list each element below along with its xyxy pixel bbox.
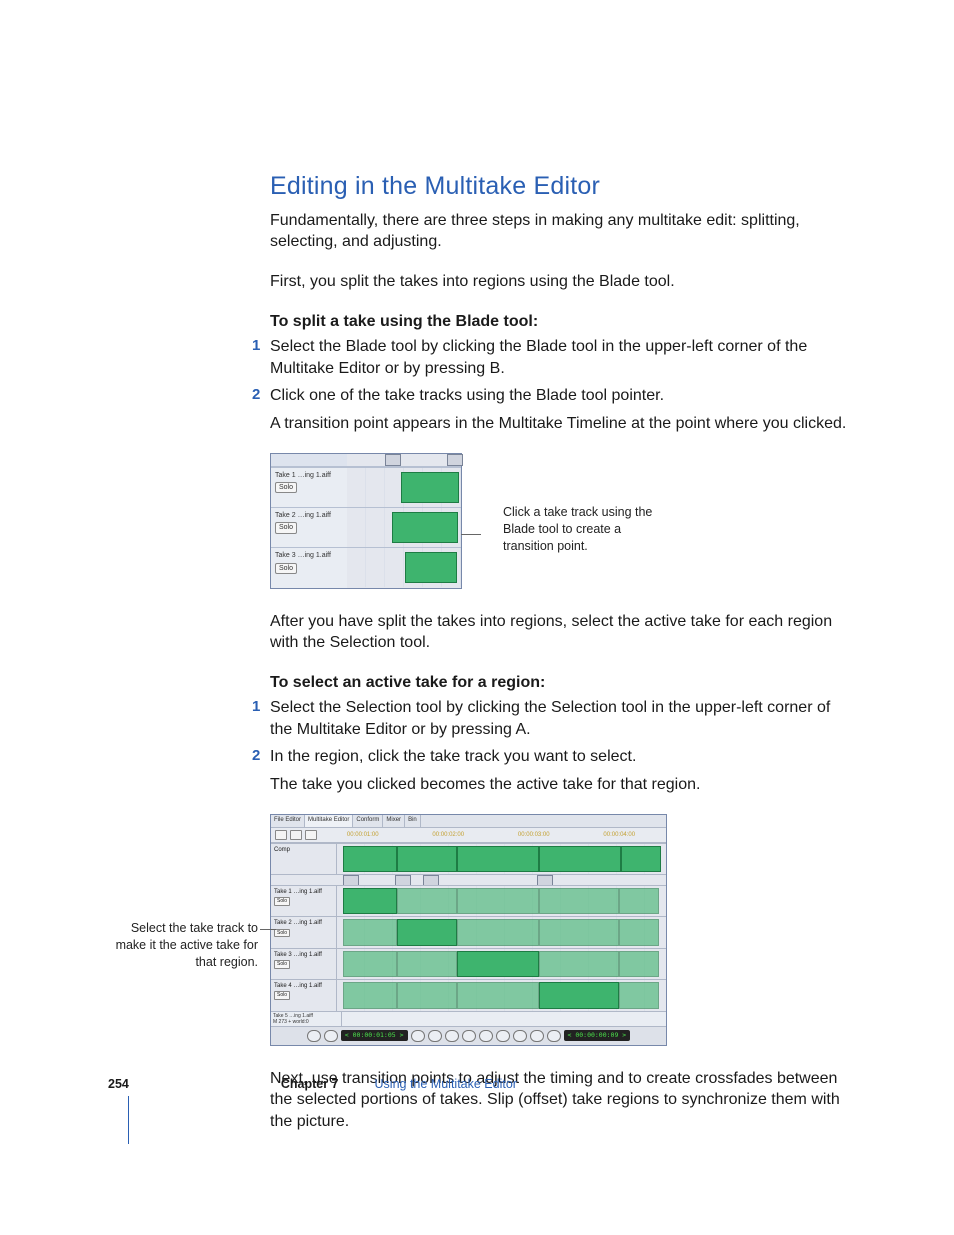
heading-select: To select an active take for a region:	[270, 672, 849, 694]
take-label: Take 1 …ing 1.aiff	[274, 888, 333, 896]
select-step-2: 2 In the region, click the take track yo…	[270, 746, 849, 768]
solo-button: Solo	[274, 960, 290, 969]
transport-button	[324, 1030, 338, 1042]
footer-rule	[128, 1096, 129, 1144]
take-label: Take 5 …ing 1.aiff	[273, 1013, 339, 1020]
intro-paragraph-2: First, you split the takes into regions …	[270, 271, 849, 293]
select-followup: The take you clicked becomes the active …	[270, 774, 849, 796]
chapter-title: Using the Multitake Editor	[375, 1076, 517, 1093]
step-number: 1	[252, 336, 260, 356]
solo-button: Solo	[274, 929, 290, 938]
step-text: Select the Selection tool by clicking th…	[270, 697, 849, 740]
tab-conform: Conform	[353, 815, 383, 827]
solo-button: Solo	[274, 991, 290, 1000]
figure-2-callout: Select the take track to make it the act…	[110, 920, 258, 971]
step-text: Click one of the take tracks using the B…	[270, 385, 849, 407]
take-label: Take 3 …ing 1.aiff	[274, 951, 333, 959]
split-step-1: 1 Select the Blade tool by clicking the …	[270, 336, 849, 379]
tab-file-editor: File Editor	[271, 815, 305, 827]
after-split-paragraph: After you have split the takes into regi…	[270, 611, 849, 654]
take-label: Take 2 …ing 1.aiff	[275, 511, 343, 520]
figure-selection-tool: File Editor Multitake Editor Conform Mix…	[270, 814, 667, 1046]
tool-button	[275, 830, 287, 840]
step-number: 1	[252, 697, 260, 717]
intro-paragraph-1: Fundamentally, there are three steps in …	[270, 210, 849, 253]
heading-split: To split a take using the Blade tool:	[270, 311, 849, 333]
transport-button	[428, 1030, 442, 1042]
callout-line	[461, 534, 481, 535]
transport-button	[513, 1030, 527, 1042]
solo-button: Solo	[275, 563, 297, 574]
split-followup: A transition point appears in the Multit…	[270, 413, 849, 435]
tab-bin: Bin	[405, 815, 421, 827]
step-text: Select the Blade tool by clicking the Bl…	[270, 336, 849, 379]
timecode: 00:00:03:00	[518, 831, 550, 839]
tab-mixer: Mixer	[383, 815, 405, 827]
page-number: 254	[108, 1076, 129, 1093]
select-step-1: 1 Select the Selection tool by clicking …	[270, 697, 849, 740]
transport-button	[462, 1030, 476, 1042]
transport-button	[445, 1030, 459, 1042]
tab-multitake-editor: Multitake Editor	[305, 815, 353, 827]
comp-label: Comp	[274, 846, 333, 854]
transport-bar: < 00:00:01:05 > < 00:00:00:09 >	[271, 1026, 666, 1045]
timecode: 00:00:02:00	[432, 831, 464, 839]
split-step-2: 2 Click one of the take tracks using the…	[270, 385, 849, 407]
tool-button	[290, 830, 302, 840]
timecode: 00:00:01:00	[347, 831, 379, 839]
timecode: 00:00:04:00	[603, 831, 635, 839]
tool-button	[305, 830, 317, 840]
solo-button: Solo	[275, 522, 297, 533]
solo-button: Solo	[274, 897, 290, 906]
figure-screenshot: Take 1 …ing 1.aiff Solo Take 2 …ing 1.ai…	[270, 453, 462, 589]
take-label: Take 2 …ing 1.aiff	[274, 919, 333, 927]
page-title: Editing in the Multitake Editor	[270, 170, 849, 204]
step-text: In the region, click the take track you …	[270, 746, 849, 768]
transport-button	[307, 1030, 321, 1042]
take-label: Take 3 …ing 1.aiff	[275, 551, 343, 560]
transport-counter: < 00:00:01:05 >	[341, 1030, 408, 1041]
callout-line	[260, 929, 276, 930]
transport-button	[479, 1030, 493, 1042]
take-label: Take 4 …ing 1.aiff	[274, 982, 333, 990]
figure-blade-tool: Take 1 …ing 1.aiff Solo Take 2 …ing 1.ai…	[270, 453, 849, 589]
step-number: 2	[252, 385, 260, 405]
transport-button	[547, 1030, 561, 1042]
figure-callout: Click a take track using the Blade tool …	[503, 504, 663, 555]
transport-button	[496, 1030, 510, 1042]
transport-button	[411, 1030, 425, 1042]
solo-button: Solo	[275, 482, 297, 493]
take-label: Take 1 …ing 1.aiff	[275, 471, 343, 480]
transport-button	[530, 1030, 544, 1042]
chapter-label: Chapter 7	[281, 1076, 339, 1093]
page-footer: 254 Chapter 7 Using the Multitake Editor	[108, 1076, 517, 1093]
step-number: 2	[252, 746, 260, 766]
transport-counter: < 00:00:00:09 >	[564, 1030, 631, 1041]
